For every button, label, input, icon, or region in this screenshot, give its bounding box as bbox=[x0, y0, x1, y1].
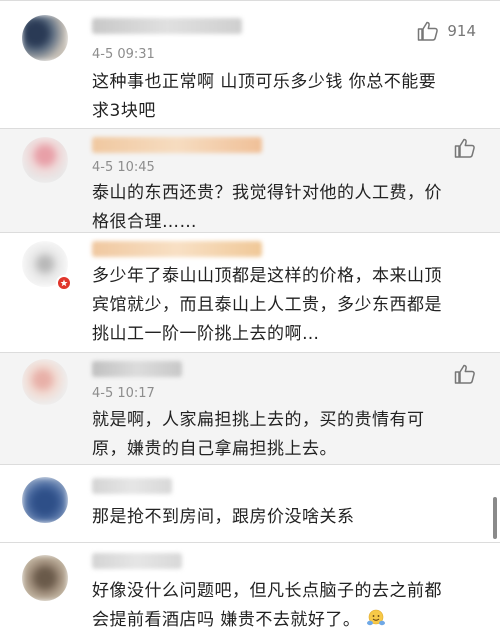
thumbs-up-icon bbox=[417, 21, 439, 41]
comment-text-line: 宾馆就少，而且泰山上人工贵，多少东西都是 bbox=[92, 295, 442, 315]
comment-text: 泰山的东西还贵？我觉得针对他的人工费，价 格很合理…… bbox=[92, 179, 484, 237]
comment-item[interactable]: 多少年了泰山山顶都是这样的价格，本来山顶 宾馆就少，而且泰山上人工贵，多少东西都… bbox=[0, 232, 500, 352]
comment-text-line: 好像没什么问题吧，但凡长点脑子的去之前都 bbox=[92, 581, 442, 601]
username-blurred[interactable] bbox=[92, 137, 262, 153]
scrollbar[interactable] bbox=[493, 497, 497, 539]
reply-item[interactable]: 4-5 10:45 泰山的东西还贵？我觉得针对他的人工费，价 格很合理…… bbox=[0, 128, 500, 232]
comment-text-line: 这种事也正常啊 山顶可乐多少钱 你总不能要 bbox=[92, 72, 437, 92]
comment-text-line: 挑山工一阶一阶挑上去的啊… bbox=[92, 324, 320, 344]
comment-timestamp: 4-5 10:17 bbox=[92, 386, 155, 401]
comment-text: 这种事也正常啊 山顶可乐多少钱 你总不能要 求3块吧 bbox=[92, 68, 484, 126]
comment-text-segment: 会提前看酒店吗 嫌贵不去就好了。 bbox=[92, 610, 361, 630]
like-count: 914 bbox=[447, 22, 476, 40]
comment-text-line: 求3块吧 bbox=[92, 101, 156, 121]
like-button[interactable]: 914 bbox=[417, 21, 476, 41]
avatar[interactable] bbox=[22, 477, 68, 523]
comment-text: 就是啊，人家扁担挑上去的，买的贵情有可 原，嫌贵的自己拿扁担挑上去。 bbox=[92, 406, 484, 464]
comment-text: 那是抢不到房间，跟房价没啥关系 bbox=[92, 503, 484, 532]
comment-text-line: 那是抢不到房间，跟房价没啥关系 bbox=[92, 507, 355, 527]
comment-item[interactable]: 4-5 09:31 914 这种事也正常啊 山顶可乐多少钱 你总不能要 求3块吧 bbox=[0, 0, 500, 128]
thumbs-up-icon bbox=[454, 138, 476, 158]
avatar[interactable] bbox=[22, 555, 68, 601]
username-blurred[interactable] bbox=[92, 241, 262, 257]
comment-text-line: 多少年了泰山山顶都是这样的价格，本来山顶 bbox=[92, 266, 442, 286]
comment-timestamp: 4-5 09:31 bbox=[92, 47, 155, 62]
reply-item[interactable]: 4-5 10:17 就是啊，人家扁担挑上去的，买的贵情有可 原，嫌贵的自己拿扁担… bbox=[0, 352, 500, 464]
comment-text: 好像没什么问题吧，但凡长点脑子的去之前都 会提前看酒店吗 嫌贵不去就好了。 bbox=[92, 577, 484, 635]
verified-badge-icon bbox=[56, 275, 72, 291]
comment-text-line: 泰山的东西还贵？我觉得针对他的人工费，价 bbox=[92, 183, 442, 203]
comment-item[interactable]: 那是抢不到房间，跟房价没啥关系 bbox=[0, 464, 500, 542]
username-blurred[interactable] bbox=[92, 361, 182, 377]
comment-timestamp: 4-5 10:45 bbox=[92, 160, 155, 175]
avatar[interactable] bbox=[22, 137, 68, 183]
comment-text-line: 会提前看酒店吗 嫌贵不去就好了。 bbox=[92, 606, 484, 635]
like-button[interactable] bbox=[454, 138, 476, 158]
username-blurred[interactable] bbox=[92, 18, 242, 34]
username-blurred[interactable] bbox=[92, 553, 182, 569]
avatar[interactable] bbox=[22, 15, 68, 61]
like-button[interactable] bbox=[454, 364, 476, 384]
thumbs-up-icon bbox=[454, 364, 476, 384]
comment-item[interactable]: 好像没什么问题吧，但凡长点脑子的去之前都 会提前看酒店吗 嫌贵不去就好了。 bbox=[0, 542, 500, 635]
comment-text-line: 原，嫌贵的自己拿扁担挑上去。 bbox=[92, 439, 337, 459]
username-blurred[interactable] bbox=[92, 478, 172, 494]
avatar[interactable] bbox=[22, 359, 68, 405]
comment-text: 多少年了泰山山顶都是这样的价格，本来山顶 宾馆就少，而且泰山上人工贵，多少东西都… bbox=[92, 262, 484, 349]
hugging-face-emoji-icon bbox=[366, 608, 386, 628]
comment-text-line: 就是啊，人家扁担挑上去的，买的贵情有可 bbox=[92, 410, 425, 430]
